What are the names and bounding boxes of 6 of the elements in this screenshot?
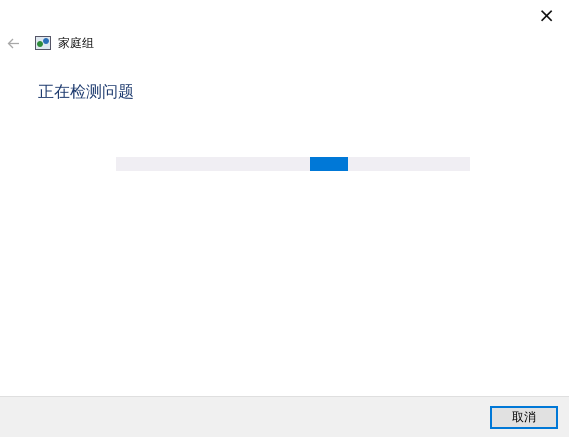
close-button[interactable]: × (534, 5, 559, 25)
cancel-button[interactable]: 取消 (490, 406, 558, 428)
status-heading: 正在检测问题 (38, 82, 135, 103)
window-title: 家庭组 (58, 34, 94, 52)
progress-chunk (310, 157, 348, 171)
network-icon (35, 36, 51, 50)
